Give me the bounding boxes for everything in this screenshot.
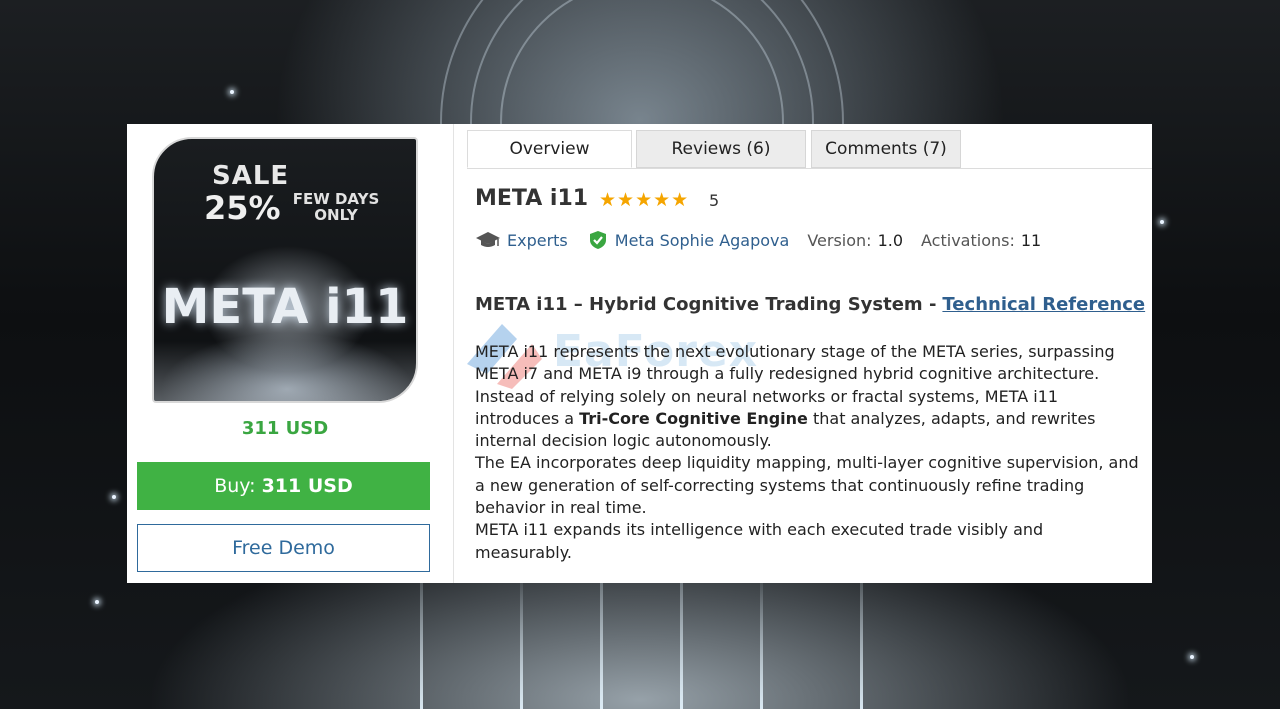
- version-label: Version:: [807, 230, 872, 250]
- product-meta-row: Experts Meta Sophie Agapova Version: 1.0…: [475, 228, 1041, 252]
- image-percent-text: 25%: [204, 189, 281, 227]
- product-image[interactable]: SALE 25% FEW DAYS ONLY META i11: [152, 137, 418, 403]
- activations-label: Activations:: [921, 230, 1015, 250]
- product-title: META i11: [475, 186, 589, 211]
- activations-value: 11: [1020, 230, 1042, 250]
- description-paragraph-1: META i11 represents the next evolutionar…: [475, 341, 1143, 452]
- image-product-name: META i11: [161, 279, 409, 335]
- tab-bar: Overview Reviews (6) Comments (7): [467, 130, 1152, 169]
- verified-shield-icon: [589, 231, 606, 249]
- tab-reviews[interactable]: Reviews (6): [636, 130, 806, 168]
- image-few-days-text: FEW DAYS ONLY: [292, 190, 380, 224]
- description-paragraph-3: META i11 expands its intelligence with e…: [475, 520, 1044, 562]
- description-heading-text: META i11 – Hybrid Cognitive Trading Syst…: [475, 294, 937, 315]
- buy-price: 311 USD: [261, 475, 353, 497]
- version-value: 1.0: [877, 230, 904, 250]
- category-link[interactable]: Experts: [507, 231, 568, 250]
- buy-label: Buy:: [214, 475, 256, 497]
- tab-comments[interactable]: Comments (7): [811, 130, 961, 168]
- product-card: SALE 25% FEW DAYS ONLY META i11 311 USD …: [127, 124, 1152, 583]
- description-paragraph-2: The EA incorporates deep liquidity mappi…: [475, 453, 1139, 518]
- buy-button[interactable]: Buy: 311 USD: [137, 462, 430, 510]
- tri-core-engine-text: Tri-Core Cognitive Engine: [579, 408, 808, 428]
- description-body: META i11 represents the next evolutionar…: [475, 341, 1143, 564]
- star-rating-icon: ★★★★★: [599, 189, 690, 211]
- technical-reference-link[interactable]: Technical Reference: [942, 294, 1145, 315]
- graduation-cap-icon: [476, 232, 500, 247]
- product-price: 311 USD: [241, 418, 329, 439]
- image-sale-text: SALE: [212, 161, 290, 191]
- author-link[interactable]: Meta Sophie Agapova: [615, 231, 790, 250]
- tab-overview[interactable]: Overview: [467, 130, 632, 168]
- image-glow: [154, 341, 416, 401]
- description-heading: META i11 – Hybrid Cognitive Trading Syst…: [475, 294, 1145, 315]
- product-sidebar: SALE 25% FEW DAYS ONLY META i11 311 USD …: [127, 124, 454, 583]
- free-demo-button[interactable]: Free Demo: [137, 524, 430, 572]
- rating-value: 5: [709, 191, 720, 210]
